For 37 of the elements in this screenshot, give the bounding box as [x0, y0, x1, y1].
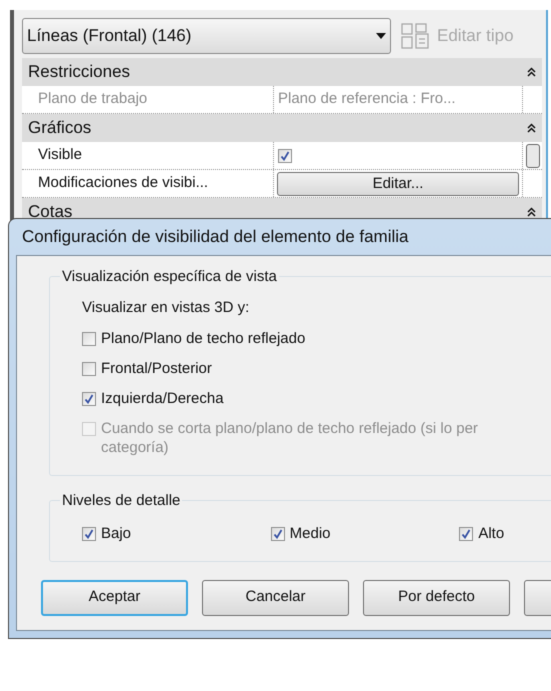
checkbox[interactable] [270, 526, 285, 541]
type-properties-icon [401, 23, 429, 49]
type-selector[interactable]: Líneas (Frontal) (146) [22, 18, 391, 54]
checkmark-icon [84, 394, 94, 404]
checkmark-icon [272, 528, 283, 539]
dialog-button[interactable]: Cancelar [202, 580, 349, 616]
scrollbar-thumb[interactable] [526, 144, 540, 168]
dialog-button[interactable]: Aceptar [41, 580, 188, 616]
checkbox[interactable] [278, 148, 292, 162]
intro-text: Visualizar en vistas 3D y: [82, 298, 250, 318]
checkmark-icon [84, 528, 94, 539]
property-label: Visible [38, 145, 82, 166]
checkbox[interactable] [82, 392, 96, 406]
checkmark-icon [461, 528, 472, 539]
collapse-icon[interactable] [527, 207, 536, 217]
checkbox[interactable] [82, 526, 96, 541]
checkmark-icon [280, 150, 290, 160]
collapse-icon[interactable] [527, 67, 536, 77]
option-label[interactable]: Bajo [101, 522, 132, 545]
collapse-icon[interactable] [527, 123, 536, 133]
group-header[interactable]: Restricciones [22, 58, 542, 86]
group-header[interactable]: Gráficos [22, 114, 542, 142]
option-label[interactable]: Plano/Plano de techo reflejado [101, 328, 306, 348]
option-label[interactable]: Alto [478, 522, 504, 545]
property-value: Plano de referencia : Fro... [277, 89, 457, 110]
property-label: Plano de trabajo [38, 89, 148, 110]
dialog-title: Configuración de visibilidad del elemento de familia [22, 226, 409, 248]
dropdown-arrow-icon [376, 33, 386, 39]
checkbox[interactable] [459, 526, 474, 541]
checkbox[interactable] [82, 332, 96, 346]
option-label[interactable]: Medio [290, 522, 331, 545]
edit-button[interactable]: Editar... [277, 172, 519, 196]
dialog-button[interactable]: Por defecto [363, 580, 510, 616]
option-label[interactable]: Frontal/Posterior [101, 358, 212, 378]
property-label: Modificaciones de visibi... [38, 173, 208, 194]
checkbox[interactable] [82, 362, 96, 376]
option-label[interactable]: Izquierda/Derecha [101, 388, 224, 408]
